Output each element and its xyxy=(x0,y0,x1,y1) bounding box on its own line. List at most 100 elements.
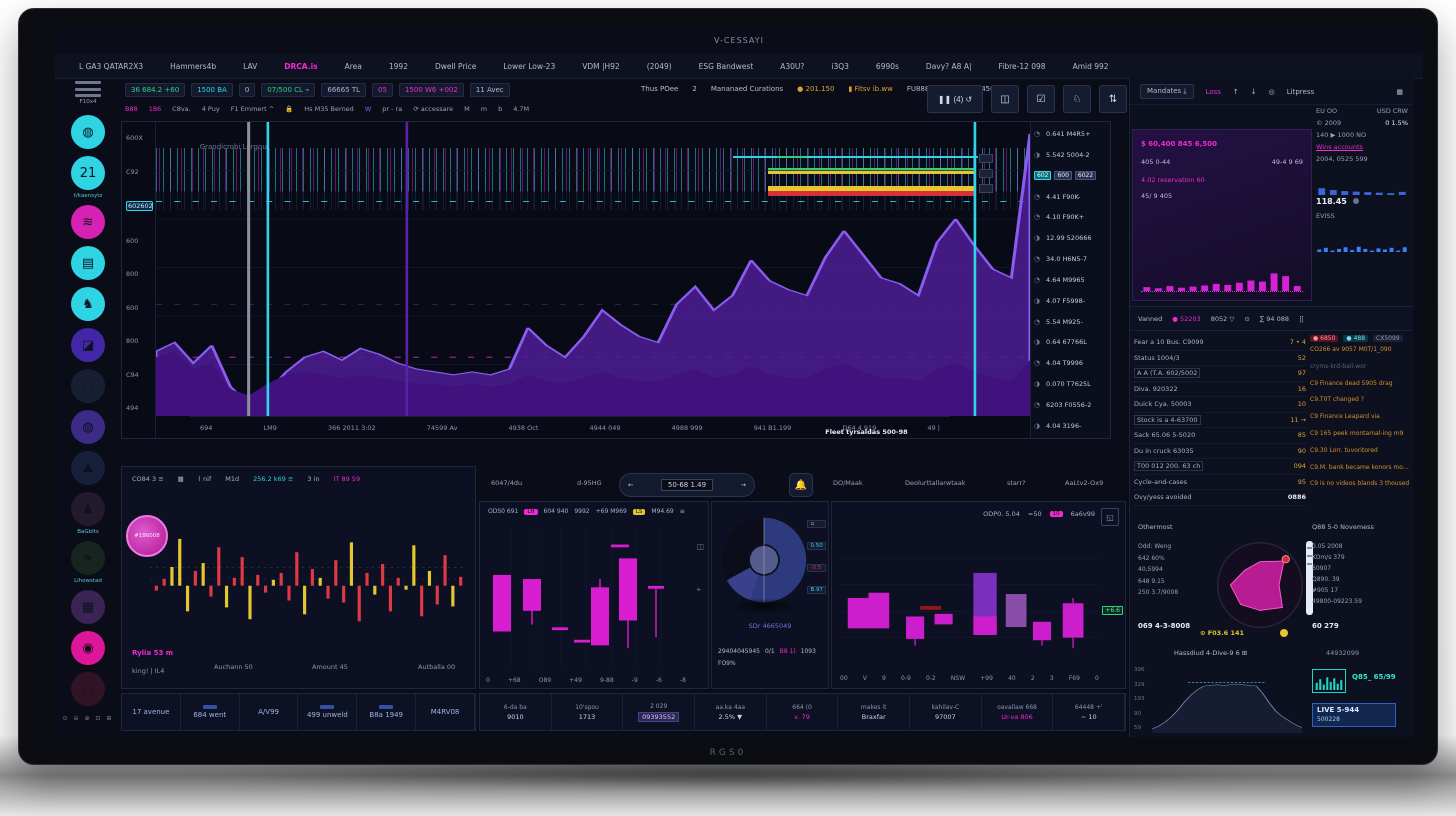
watchlist-row[interactable]: T00 012 200. 63 ch 094 xyxy=(1134,459,1306,475)
watchlist-toolbar-item[interactable]: ● 52203 xyxy=(1172,315,1200,323)
bars-header-item[interactable]: =50 xyxy=(1028,510,1042,518)
sidebar-icon[interactable]: ◪ xyxy=(71,328,105,362)
bars-header-item[interactable]: ODP0. 5.04 xyxy=(983,510,1020,518)
menu-item[interactable]: Lower Low-23 xyxy=(503,62,555,71)
menu-item[interactable]: DRCA.is xyxy=(284,62,317,71)
toolbar-option[interactable]: B88 xyxy=(125,105,138,113)
news-item[interactable]: C9.M. bank became konors mode xyxy=(1310,464,1410,481)
sidebar-icon[interactable]: ▤ xyxy=(71,246,105,280)
order-book-row[interactable]: ◔ 5.54 M925- xyxy=(1034,314,1107,330)
toolbar-segment[interactable]: 1500 BA xyxy=(191,83,233,97)
menu-item[interactable]: L GA3 QATAR2X3 xyxy=(79,62,143,71)
chart-plot-area[interactable]: Grandicrobi Lurgqur 694LM9366 2011 3:027… xyxy=(156,122,1030,438)
menu-item[interactable]: VDM |H92 xyxy=(582,62,619,71)
toolbar-option[interactable]: 4.7M xyxy=(513,105,529,113)
watchlist-row[interactable]: Sack 65.06 5-5020 85 xyxy=(1134,428,1306,444)
news-item[interactable]: C9 Finance dead 5905 drag xyxy=(1310,380,1410,397)
order-book-row[interactable]: ◔ 0.641 M4R5+ xyxy=(1034,126,1107,142)
candle-header-item[interactable]: +69 M969 xyxy=(596,508,627,515)
sidebar-icon[interactable]: ▦ xyxy=(71,590,105,624)
sidebar-icon[interactable]: 21 xyxy=(71,156,105,190)
news-item[interactable]: CO266 av 9057 M0T/1_090 xyxy=(1310,346,1410,363)
bars-header-item[interactable]: 6a6v99 xyxy=(1071,510,1095,518)
bottom-tab[interactable]: 684 went xyxy=(181,694,240,730)
news-item[interactable]: cryms-krd-ball-wor xyxy=(1310,363,1410,380)
sidebar-icon[interactable]: ♞ xyxy=(71,287,105,321)
menu-item[interactable]: (2049) xyxy=(647,62,672,71)
order-book-row[interactable]: 602 600 6022 xyxy=(1034,168,1107,184)
chart-action-button[interactable]: ♘ xyxy=(1063,85,1091,113)
menu-item[interactable]: LAV xyxy=(243,62,257,71)
news-filter-badge[interactable]: CX5099 xyxy=(1373,335,1403,342)
bottom-tab[interactable]: 499 unweld xyxy=(298,694,357,730)
globe-icon[interactable]: ◎ xyxy=(1269,88,1275,96)
menu-item[interactable]: Fibre-12 098 xyxy=(998,62,1045,71)
chart-action-button[interactable]: ⇅ xyxy=(1099,85,1127,113)
candle-header-item[interactable]: ≡ xyxy=(680,508,685,515)
toolbar-option[interactable]: 186 xyxy=(149,105,161,113)
news-filter-badge[interactable]: ● 488 xyxy=(1343,335,1368,342)
watchlist-row[interactable]: Cycle-and-cases 95 xyxy=(1134,475,1306,491)
toolbar-segment[interactable]: 07/500 CL ⌁ xyxy=(261,83,315,97)
watchlist-toolbar-item[interactable]: ⣿ xyxy=(1299,315,1304,323)
toolbar-segment[interactable]: 11 Avec xyxy=(470,83,510,97)
sidebar-icon[interactable]: ◌ xyxy=(71,369,105,403)
toolbar-option[interactable]: b xyxy=(498,105,502,113)
order-book-row[interactable]: ◔ 4.04 T9996 xyxy=(1034,355,1107,371)
toolbar-option[interactable]: m xyxy=(481,105,487,113)
toolbar-segment[interactable]: 66665 TL xyxy=(321,83,366,97)
bottom-tab[interactable]: A/V99 xyxy=(240,694,299,730)
sidebar-icon[interactable]: ⛰ xyxy=(71,451,105,485)
wins-accounts-link[interactable]: Wins accounts xyxy=(1316,143,1408,151)
menu-item[interactable]: i3Q3 xyxy=(831,62,849,71)
watchlist-row[interactable]: Stock is a 4-63700 11 → xyxy=(1134,413,1306,429)
candle-header-item[interactable]: ODS0 691 xyxy=(488,508,518,515)
watchlist-row[interactable]: Duick Cya. 50003 10 xyxy=(1134,397,1306,413)
sidebar-icon[interactable]: ◍ xyxy=(71,115,105,149)
live-session-box[interactable]: LIVE 5-944 500228 xyxy=(1312,703,1396,727)
order-book-row[interactable]: ◑ 0.070 T7625L xyxy=(1034,376,1107,392)
toolbar-option[interactable]: pr - ra xyxy=(382,105,402,113)
menu-item[interactable]: ESG Bandwest xyxy=(699,62,754,71)
order-book-row[interactable]: ◑ 0.64 67766L xyxy=(1034,334,1107,350)
side-tool-icon[interactable]: ⌖ xyxy=(696,585,704,595)
order-book-row[interactable]: ◑ 4.04 3196- xyxy=(1034,418,1107,434)
price-area-chart[interactable]: Grandicrobi Lurgqur xyxy=(156,122,1030,416)
menu-item[interactable]: Davy? A8 A| xyxy=(926,62,972,71)
menu-item[interactable]: Dwell Price xyxy=(435,62,476,71)
sidebar-icon[interactable]: ❧ xyxy=(71,541,105,575)
toolbar-option[interactable]: 4 Puy xyxy=(202,105,220,113)
bottom-tab[interactable]: M4RV08 xyxy=(416,694,475,730)
chart-action-button[interactable]: ◫ xyxy=(991,85,1019,113)
watchlist-toolbar-item[interactable]: ⊙ xyxy=(1244,315,1249,323)
sidebar-icon[interactable]: ◍ xyxy=(71,410,105,444)
candle-header-item[interactable]: 604 940 xyxy=(544,508,569,515)
tab-mandates[interactable]: Mandates ⤓ xyxy=(1140,84,1194,99)
order-book-row[interactable]: ◔ 34.0 H6N5-7 xyxy=(1034,251,1107,267)
menu-item[interactable]: Hammers4b xyxy=(170,62,216,71)
toolbar-option[interactable]: W xyxy=(365,105,371,113)
toolbar-segment[interactable]: 36 684.2 +60 xyxy=(125,83,185,97)
menu-item[interactable]: 1992 xyxy=(389,62,408,71)
sort-down-icon[interactable]: ↓ xyxy=(1251,88,1257,96)
order-book-row[interactable]: ◔ 4.41 F90K- xyxy=(1034,189,1107,205)
candle-header-item[interactable]: LS xyxy=(633,509,646,515)
toolbar-option[interactable]: M xyxy=(464,105,470,113)
news-item[interactable]: C9.30 Lorr. tuvoritored xyxy=(1310,447,1410,464)
toolbar-segment[interactable]: 1500 W6 +002 xyxy=(399,83,464,97)
candle-header-item[interactable]: M94.69 xyxy=(651,508,673,515)
bell-icon[interactable]: 🔔 xyxy=(789,473,813,497)
watchlist-row[interactable]: Diva. 920322 16 xyxy=(1134,382,1306,398)
watchlist-toolbar-item[interactable]: 8052 ▽ xyxy=(1211,315,1235,323)
toolbar-option[interactable]: C8va. xyxy=(172,105,191,113)
news-item[interactable]: C9.T0T changed ? xyxy=(1310,396,1410,413)
tab-loss[interactable]: Loss xyxy=(1206,88,1221,96)
order-book-row[interactable]: ◔ 4.64 M9965 xyxy=(1034,272,1107,288)
watchlist-row[interactable]: A A (T.A. 602/5002 97 xyxy=(1134,366,1306,382)
teal-spark-box[interactable] xyxy=(1312,669,1346,693)
news-item[interactable]: C9 Finance Leapard via xyxy=(1310,413,1410,430)
news-filter-badge[interactable]: ● 6850 xyxy=(1310,335,1338,342)
order-book-row[interactable]: ◔ 4.10 F90K+ xyxy=(1034,209,1107,225)
order-book-row[interactable]: ◔ 6203 F0556-2 xyxy=(1034,397,1107,413)
prev-arrow[interactable]: ← xyxy=(628,481,633,489)
